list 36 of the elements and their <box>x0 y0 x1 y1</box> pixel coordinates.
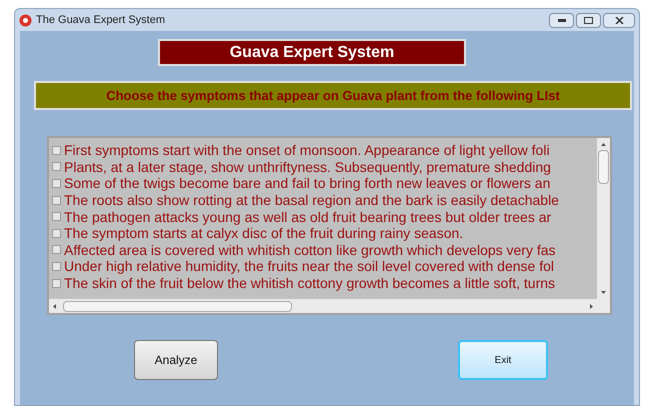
checkbox[interactable] <box>52 245 61 254</box>
checkbox[interactable] <box>52 212 61 222</box>
checkbox[interactable] <box>52 228 61 238</box>
scroll-thumb[interactable] <box>598 150 609 184</box>
horizontal-scrollbar[interactable] <box>49 299 597 313</box>
checkbox[interactable] <box>52 278 61 288</box>
vertical-scrollbar[interactable] <box>597 138 610 299</box>
close-icon <box>614 16 624 24</box>
checkbox[interactable] <box>52 146 61 155</box>
close-button[interactable] <box>603 12 635 28</box>
minimize-button[interactable] <box>549 12 574 28</box>
maximize-button[interactable] <box>576 12 601 28</box>
app-icon <box>19 14 32 26</box>
symptom-label: Affected area is covered with whitish cotton like growth which develops very fas <box>64 242 556 258</box>
symptom-label: First symptoms start with the onset of monsoon. Appearance of light yellow foli <box>64 142 550 158</box>
analyze-button[interactable]: Analyze <box>134 340 218 380</box>
symptom-label: The skin of the fruit below the whitish cottony growth becomes a little soft, turns <box>64 275 556 292</box>
symptom-label: The pathogen attacks young as well as old fruit bearing trees but older trees ar <box>64 208 552 225</box>
symptom-label: Under high relative humidity, the fruits near the soil level covered with dense fol <box>64 258 554 274</box>
scroll-thumb[interactable] <box>63 300 292 312</box>
app-heading: Guava Expert System <box>158 39 466 66</box>
exit-button[interactable]: Exit <box>458 340 548 380</box>
scroll-left-icon <box>51 302 59 310</box>
scroll-right-icon <box>587 302 595 310</box>
minimize-icon <box>558 18 566 22</box>
symptom-label: Some of the twigs become bare and fail to bring forth new leaves or flowers an <box>64 175 550 192</box>
symptom-label: The symptom starts at calyx disc of the fruit during rainy season. <box>64 225 464 242</box>
instruction-banner: Choose the symptoms that appear on Guava plant from the following LIst <box>34 81 632 110</box>
restore-icon <box>584 16 593 24</box>
window-title: The Guava Expert System <box>36 12 165 28</box>
checkbox[interactable] <box>52 178 61 188</box>
symptom-label: The roots also show rotting at the basal region and the bark is easily detachable <box>64 192 559 208</box>
checkbox[interactable] <box>52 196 61 205</box>
checkbox[interactable] <box>52 162 61 172</box>
checkbox[interactable] <box>52 262 61 271</box>
symptom-label: Plants, at a later stage, show unthriftyness. Subsequently, premature shedding <box>64 158 551 175</box>
